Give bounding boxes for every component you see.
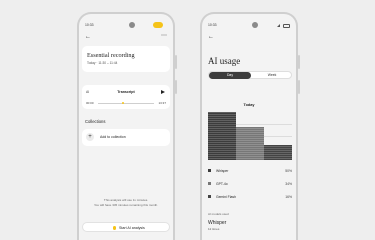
transcript-title: Transcript [117, 90, 135, 94]
usage-note-line1: This analysis will use 1x minutes. [103, 198, 149, 202]
recording-title: Essential recording [87, 52, 135, 59]
usage-note-line2: You will have 345 minutes remaining this… [93, 203, 159, 207]
tab-week[interactable]: Week [251, 72, 293, 79]
more-options-icon[interactable]: ⋯ [161, 33, 167, 39]
recording-screen: 10:33 ← ⋯ Essential recording Today · 11… [77, 12, 175, 240]
mic-indicator-icon [153, 22, 163, 28]
legend-percent: 50% [285, 168, 292, 173]
playback-start-time: 00:00 [86, 101, 94, 105]
legend-name: Gemini Flash [216, 194, 236, 199]
chart-bar-whisper [208, 112, 236, 160]
period-tabs: Day Week [208, 71, 292, 79]
playback-scrubber[interactable] [98, 101, 154, 104]
chart-title: Today [243, 103, 255, 107]
status-bar: 10:33 [208, 22, 290, 29]
page-title: AI usage [208, 56, 241, 66]
status-time: 10:33 [208, 23, 217, 27]
sparkle-icon [113, 226, 117, 230]
most-used-count: 12 times [208, 227, 220, 231]
chart-bar-gpt-4o [236, 127, 264, 160]
play-icon[interactable] [161, 89, 165, 94]
legend-swatch [208, 182, 211, 186]
legend-percent: 34% [285, 181, 292, 186]
add-to-collection-label: Add to collection [100, 135, 126, 139]
back-arrow-icon[interactable]: ← [85, 34, 91, 40]
status-bar: 10:33 [85, 22, 167, 29]
legend-item-gemini-flash: Gemini Flash 16% [208, 194, 292, 200]
chart-bar-gemini-flash [264, 144, 292, 160]
legend-percent: 16% [285, 194, 292, 199]
signal-icon [277, 24, 280, 27]
recording-date: Today · 11:30 – 11:44 [87, 61, 118, 65]
transcript-card[interactable]: AI Transcript 00:00 13:37 [82, 85, 170, 109]
most-used-model: Whisper [208, 220, 227, 226]
add-to-collection-button[interactable]: + Add to collection [82, 129, 170, 146]
legend-swatch [208, 169, 211, 173]
legend-name: Whisper [216, 168, 229, 173]
legend-item-whisper: Whisper 50% [208, 168, 292, 174]
volume-button [175, 80, 177, 94]
back-arrow-icon[interactable]: ← [208, 34, 214, 40]
power-button [175, 55, 177, 69]
volume-button [298, 80, 300, 94]
collections-heading: Collections [85, 119, 106, 124]
camera-cutout [252, 22, 258, 28]
recording-card: Essential recording Today · 11:30 – 11:4… [82, 46, 170, 72]
status-time: 10:33 [85, 23, 94, 27]
legend-swatch [208, 195, 211, 199]
most-used-label: AI models used [208, 212, 229, 216]
tab-day[interactable]: Day [209, 72, 251, 79]
battery-icon [283, 23, 290, 28]
start-ai-analysis-button[interactable]: Start AI analysis [82, 222, 170, 232]
usage-chart [208, 112, 292, 160]
ai-usage-screen: 10:33 ← AI usage Day Week Today Whisper … [200, 12, 298, 240]
playback-end-time: 13:37 [158, 101, 166, 105]
scrubber-handle[interactable] [121, 101, 125, 104]
camera-cutout [129, 22, 135, 28]
plus-icon: + [86, 133, 94, 141]
legend-item-gpt-4o: GPT-4o 34% [208, 181, 292, 187]
legend-name: GPT-4o [216, 181, 228, 186]
power-button [298, 55, 300, 69]
start-ai-analysis-label: Start AI analysis [119, 225, 145, 230]
